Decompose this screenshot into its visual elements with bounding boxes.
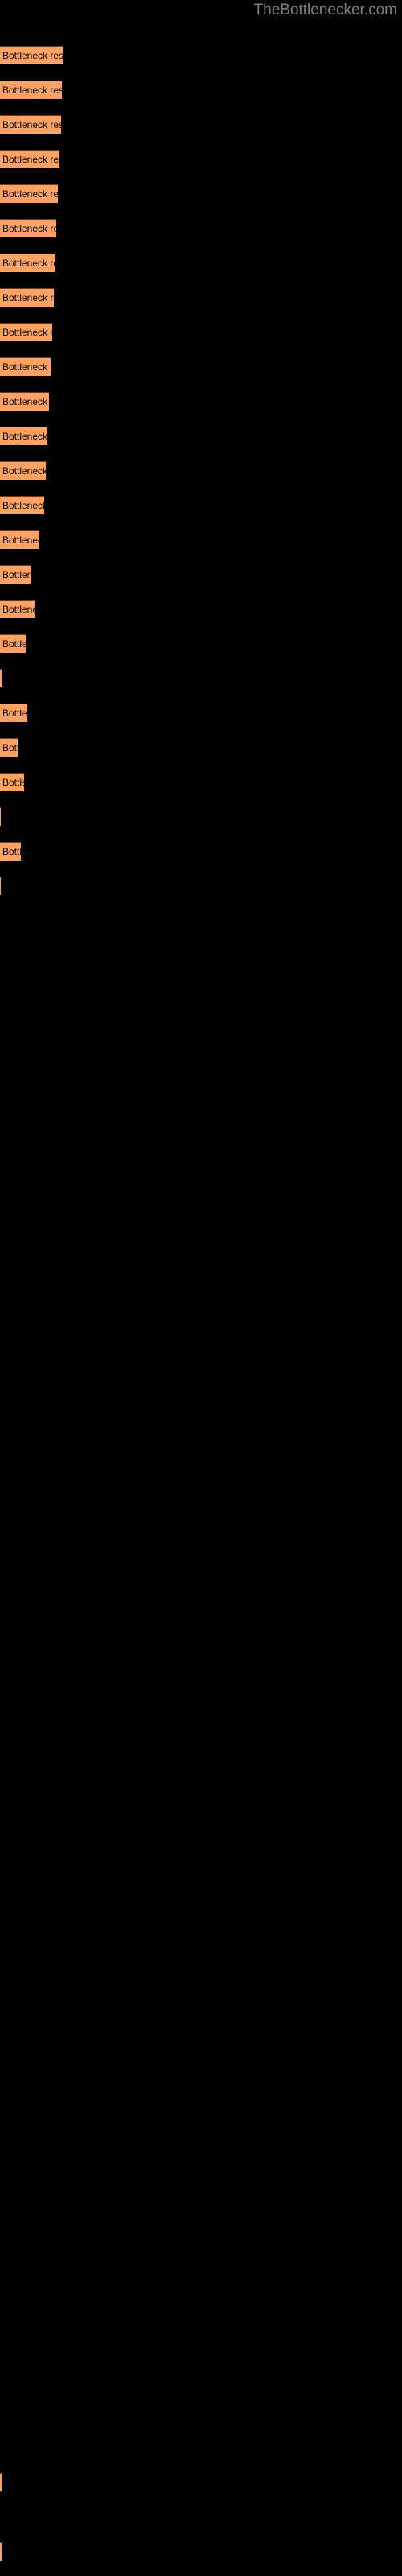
bar-bottleneck-result[interactable]: Bottleneck result xyxy=(0,877,1,895)
bar-bottleneck-result[interactable]: Bottleneck result xyxy=(0,254,55,272)
bar-bottleneck-result[interactable]: Bottleneck result xyxy=(0,773,24,791)
bar-label: Bottleneck result xyxy=(2,638,26,650)
bar-bottleneck-result[interactable]: Bottleneck result xyxy=(0,600,35,618)
bar-row: Bottleneck result xyxy=(0,2542,402,2561)
bar-label: Bottleneck result xyxy=(2,777,24,788)
bar-bottleneck-result[interactable]: Bottleneck result xyxy=(0,738,18,757)
bar-bottleneck-result[interactable]: Bottleneck result xyxy=(0,357,51,376)
bar-bottleneck-result[interactable]: Bottleneck result xyxy=(0,427,47,445)
bar-bottleneck-result[interactable]: Bottleneck result xyxy=(0,184,58,203)
bar-bottleneck-result[interactable]: Bottleneck result xyxy=(0,323,52,341)
bar-row: Bottleneck result xyxy=(0,323,402,341)
bar-bottleneck-result[interactable]: Bottleneck result xyxy=(0,634,26,653)
bar-bottleneck-result[interactable]: Bottleneck result xyxy=(0,842,21,861)
bar-row: Bottleneck result xyxy=(0,150,402,168)
bar-bottleneck-result[interactable]: Bottleneck result xyxy=(0,46,63,64)
bar-row: Bottleneck result xyxy=(0,357,402,376)
bar-label: Bottleneck result xyxy=(2,465,46,477)
bar-row: Bottleneck result xyxy=(0,496,402,514)
bar-bottleneck-result[interactable]: Bottleneck result xyxy=(0,2542,2,2561)
bar-row: Bottleneck result xyxy=(0,738,402,757)
bar-row: Bottleneck result xyxy=(0,634,402,653)
bar-bottleneck-result[interactable]: Bottleneck result xyxy=(0,807,1,826)
bar-row: Bottleneck result xyxy=(0,219,402,237)
bar-row: Bottleneck result xyxy=(0,80,402,99)
bar-bottleneck-result[interactable]: Bottleneck result xyxy=(0,288,54,307)
bar-bottleneck-result[interactable]: Bottleneck result xyxy=(0,115,61,134)
bar-row: Bottleneck result xyxy=(0,184,402,203)
bar-label: Bottleneck result xyxy=(2,188,58,200)
bar-bottleneck-result[interactable]: Bottleneck result xyxy=(0,461,46,480)
bar-label: Bottleneck result xyxy=(2,431,47,442)
bar-row: Bottleneck result xyxy=(0,115,402,134)
bar-label: Bottleneck result xyxy=(2,708,27,719)
bar-label: Bottleneck result xyxy=(2,500,44,511)
bar-row: Bottleneck result xyxy=(0,392,402,411)
bar-label: Bottleneck result xyxy=(2,154,59,165)
bar-row: Bottleneck result xyxy=(0,807,402,826)
bar-bottleneck-result[interactable]: Bottleneck result xyxy=(0,669,2,687)
bar-row: Bottleneck result xyxy=(0,842,402,861)
bar-row: Bottleneck result xyxy=(0,669,402,687)
bar-bottleneck-result[interactable]: Bottleneck result xyxy=(0,80,62,99)
bar-bottleneck-result[interactable]: Bottleneck result xyxy=(0,150,59,168)
bar-bottleneck-result[interactable]: Bottleneck result xyxy=(0,2473,2,2491)
bar-row: Bottleneck result xyxy=(0,565,402,584)
bar-label: Bottleneck result xyxy=(2,327,52,338)
bar-label: Bottleneck result xyxy=(2,361,51,373)
bar-row: Bottleneck result xyxy=(0,254,402,272)
bar-row: Bottleneck result xyxy=(0,288,402,307)
bar-label: Bottleneck result xyxy=(2,396,49,407)
bar-row: Bottleneck result xyxy=(0,427,402,445)
bar-bottleneck-result[interactable]: Bottleneck result xyxy=(0,392,49,411)
bar-row: Bottleneck result xyxy=(0,530,402,549)
bar-label: Bottleneck result xyxy=(2,223,56,234)
bar-label: Bottleneck result xyxy=(2,85,62,96)
bar-row: Bottleneck result xyxy=(0,877,402,895)
bar-label: Bottleneck result xyxy=(2,846,21,857)
bar-row: Bottleneck result xyxy=(0,2473,402,2491)
bar-label: Bottleneck result xyxy=(2,119,61,130)
bar-bottleneck-result[interactable]: Bottleneck result xyxy=(0,530,39,549)
bar-label: Bottleneck result xyxy=(2,604,35,615)
bar-label: Bottleneck result xyxy=(2,50,63,61)
bar-label: Bottleneck result xyxy=(2,292,54,303)
bar-bottleneck-result[interactable]: Bottleneck result xyxy=(0,704,27,722)
bar-label: Bottleneck result xyxy=(2,569,31,580)
bar-row: Bottleneck result xyxy=(0,704,402,722)
bar-label: Bottleneck result xyxy=(2,258,55,269)
bar-label: Bottleneck result xyxy=(2,742,18,753)
bar-row: Bottleneck result xyxy=(0,461,402,480)
site-title: TheBottlenecker.com xyxy=(253,2,397,19)
bar-bottleneck-result[interactable]: Bottleneck result xyxy=(0,219,56,237)
bar-row: Bottleneck result xyxy=(0,46,402,64)
bar-chart-canvas: TheBottlenecker.com Bottleneck result Bot… xyxy=(0,0,402,2576)
bar-bottleneck-result[interactable]: Bottleneck result xyxy=(0,565,31,584)
bar-bottleneck-result[interactable]: Bottleneck result xyxy=(0,496,44,514)
bar-label: Bottleneck result xyxy=(2,535,39,546)
bar-row: Bottleneck result xyxy=(0,773,402,791)
bar-row: Bottleneck result xyxy=(0,600,402,618)
